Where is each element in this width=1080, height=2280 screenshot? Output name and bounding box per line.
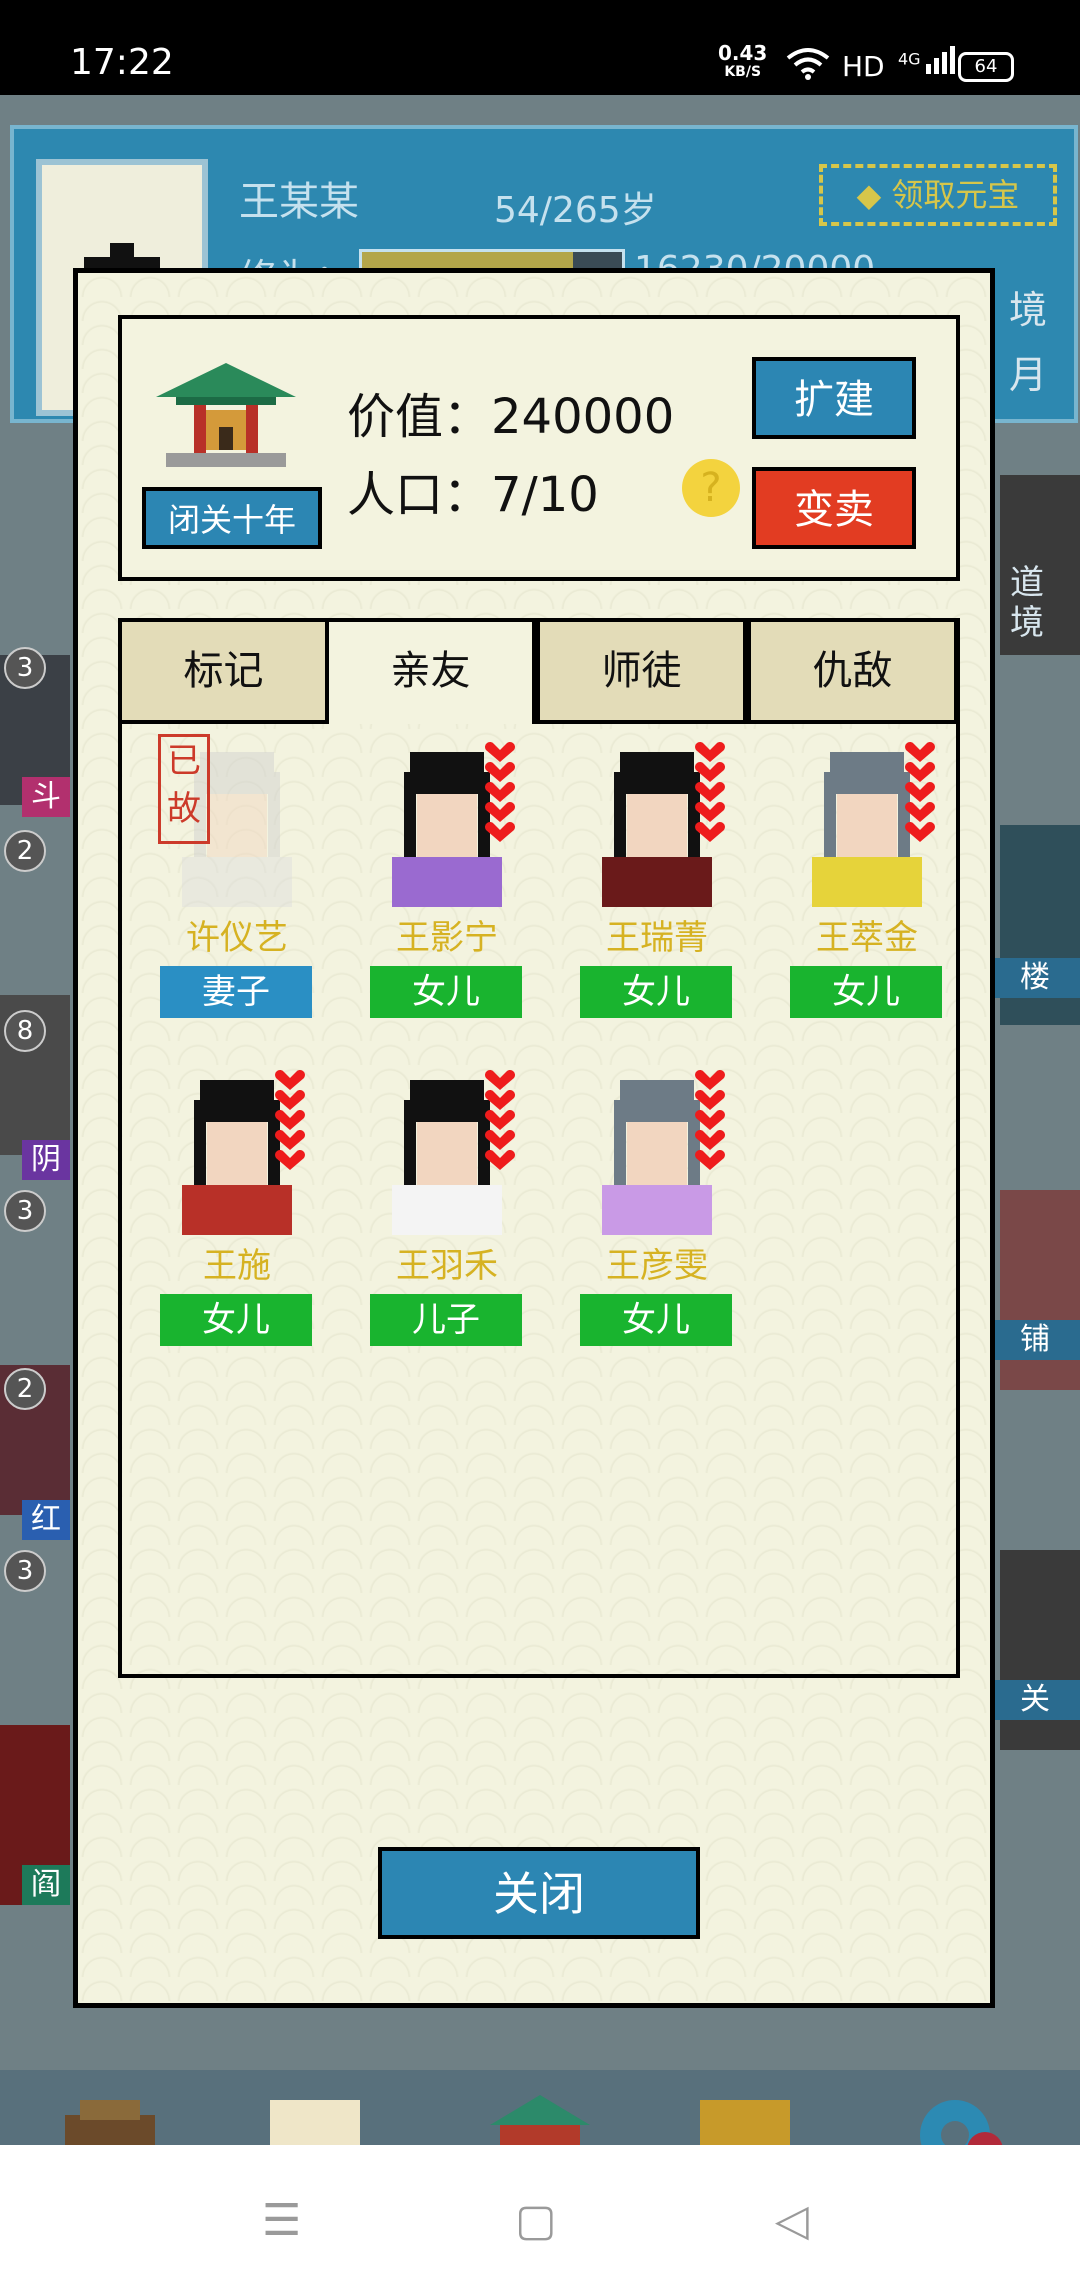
left-tag: 阎 — [22, 1865, 70, 1905]
heart-icon — [695, 1070, 725, 1090]
close-button[interactable]: 关闭 — [378, 1847, 700, 1939]
heart-icon — [695, 742, 725, 762]
member-name: 王施 — [203, 1246, 271, 1286]
member-relation-badge: 妻子 — [160, 966, 312, 1018]
member-relation-badge: 女儿 — [580, 966, 732, 1018]
right-item-3[interactable] — [1000, 1550, 1080, 1750]
member-avatar-icon — [812, 742, 935, 907]
member-avatar-icon — [602, 742, 725, 907]
tab-friends-family[interactable]: 亲友 — [325, 618, 536, 724]
expand-button[interactable]: 扩建 — [752, 357, 916, 439]
hd-indicator: HD — [842, 50, 885, 83]
family-member-card[interactable]: 王施 女儿 — [152, 1060, 322, 1346]
wifi-icon — [786, 48, 830, 80]
claim-yuanbao-button[interactable]: ◆ 领取元宝 — [819, 164, 1057, 226]
home-icon[interactable]: ▢ — [515, 2195, 557, 2246]
right-strip-top: 道 境 — [1000, 475, 1080, 655]
badge-count: 3 — [4, 647, 46, 689]
speed-unit: KB/S — [724, 64, 762, 80]
right-label-top2: 境 — [1010, 603, 1044, 643]
month-text: 月 — [1009, 353, 1048, 397]
badge-count: 2 — [4, 1368, 46, 1410]
badge-count: 8 — [4, 1010, 46, 1052]
right-tag: 关 — [990, 1680, 1080, 1720]
badge-count: 3 — [4, 1550, 46, 1592]
menu-icon[interactable]: ☰ — [262, 2195, 301, 2246]
member-name: 王萃金 — [816, 918, 918, 958]
member-relation-badge: 女儿 — [370, 966, 522, 1018]
dwelling-info-box: 闭关十年 价值：240000 人口：7/10 ? 扩建 变卖 — [118, 315, 960, 581]
member-relation-badge: 女儿 — [160, 1294, 312, 1346]
network-speed: 0.43 KB/S — [718, 41, 768, 82]
help-icon[interactable]: ? — [682, 459, 740, 517]
clock: 17:22 — [70, 42, 174, 83]
right-tag: 铺 — [990, 1320, 1080, 1360]
member-name: 王彦雯 — [606, 1246, 708, 1286]
seclusion-button[interactable]: 闭关十年 — [142, 487, 322, 549]
family-member-card[interactable]: 王影宁 女儿 — [362, 732, 532, 1018]
character-age: 54/265岁 — [494, 190, 657, 231]
member-relation-badge: 儿子 — [370, 1294, 522, 1346]
heart-icon — [905, 742, 935, 762]
back-icon[interactable]: ◁ — [775, 2195, 809, 2246]
badge-count: 3 — [4, 1190, 46, 1232]
right-item-2[interactable] — [1000, 1190, 1080, 1390]
left-tag: 红 — [22, 1500, 70, 1540]
heart-icon — [275, 1070, 305, 1090]
left-tag: 斗 — [22, 777, 70, 817]
cave-dwelling-dialog: 闭关十年 价值：240000 人口：7/10 ? 扩建 变卖 标记 亲友 师徒 … — [73, 268, 995, 2008]
pagoda-icon — [156, 363, 296, 467]
family-member-card[interactable]: 王萃金 女儿 — [782, 732, 952, 1018]
dwelling-population: 人口：7/10 — [347, 467, 599, 523]
network-type: 4G — [898, 49, 921, 69]
badge-count: 2 — [4, 830, 46, 872]
cellular-signal-icon: 4G — [898, 46, 956, 74]
left-tag: 阴 — [22, 1140, 70, 1180]
status-bar: 17:22 0.43 KB/S HD 4G 64 — [0, 0, 1080, 95]
member-relation-badge: 女儿 — [580, 1294, 732, 1346]
battery-icon: 64 — [958, 52, 1014, 82]
relations-panel: 标记 亲友 师徒 仇敌 已故 许仪艺 妻子 王影宁 女儿 王瑞菁 女儿 王萃金 女儿 王施 女儿 王羽… — [118, 618, 960, 1678]
heart-icon — [485, 1070, 515, 1090]
family-member-card[interactable]: 王瑞菁 女儿 — [572, 732, 742, 1018]
member-avatar-icon — [182, 1070, 305, 1235]
family-member-card[interactable]: 王羽禾 儿子 — [362, 1060, 532, 1346]
member-name: 王瑞菁 — [606, 918, 708, 958]
heart-icon — [485, 742, 515, 762]
tab-markers[interactable]: 标记 — [118, 618, 329, 724]
yuanbao-icon: ◆ — [856, 176, 892, 214]
claim-yuanbao-label: 领取元宝 — [891, 176, 1020, 214]
speed-value: 0.43 — [718, 41, 768, 65]
right-tag: 楼 — [990, 958, 1080, 998]
tab-master-disciple[interactable]: 师徒 — [536, 618, 747, 724]
sell-button[interactable]: 变卖 — [752, 467, 916, 549]
member-name: 王影宁 — [396, 918, 498, 958]
deceased-stamp: 已故 — [158, 734, 210, 844]
family-member-card[interactable]: 王彦雯 女儿 — [572, 1060, 742, 1346]
member-avatar-icon — [602, 1070, 725, 1235]
tab-enemies[interactable]: 仇敌 — [747, 618, 958, 724]
member-avatar-icon — [392, 742, 515, 907]
member-avatar-icon — [392, 1070, 515, 1235]
member-relation-badge: 女儿 — [790, 966, 942, 1018]
member-name: 许仪艺 — [186, 918, 288, 958]
dwelling-value: 价值：240000 — [347, 389, 675, 445]
realm-text: 境 — [1009, 288, 1048, 332]
system-navigation-bar: ☰ ▢ ◁ — [0, 2145, 1080, 2280]
character-name: 王某某 — [239, 179, 359, 225]
member-name: 王羽禾 — [396, 1246, 498, 1286]
family-member-card[interactable]: 已故许仪艺妻子 — [152, 732, 322, 1018]
